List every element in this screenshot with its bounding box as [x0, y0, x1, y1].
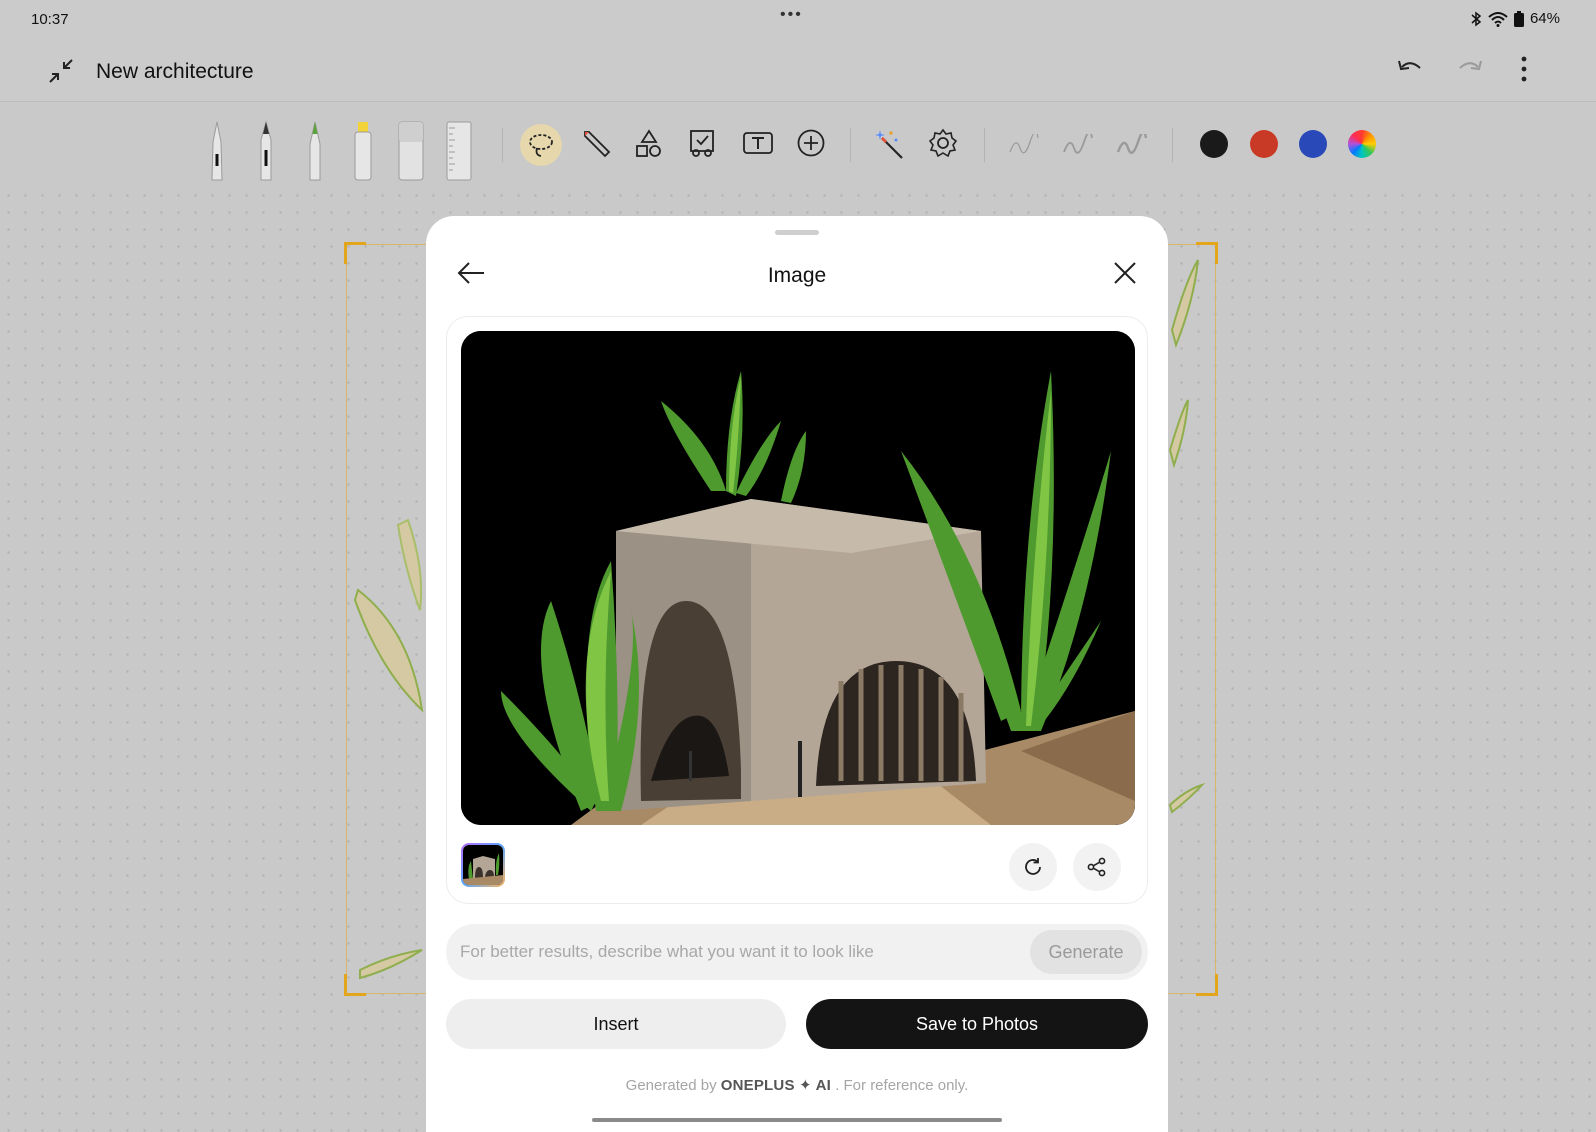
color-blue-swatch[interactable] [1299, 130, 1327, 158]
dialog-title: Image [767, 264, 827, 287]
close-icon[interactable] [1112, 260, 1138, 286]
generated-image[interactable] [461, 331, 1135, 825]
frame-corner-handle[interactable] [1196, 974, 1218, 996]
page-title[interactable]: New architecture [96, 60, 254, 84]
thumbnail-art [463, 845, 503, 885]
home-indicator[interactable] [592, 1118, 1002, 1122]
shapes-icon[interactable] [634, 128, 664, 158]
sketch-leaves-right [1168, 259, 1206, 814]
text-box-icon[interactable] [742, 128, 774, 158]
disclaimer-suffix: . For reference only. [835, 1077, 969, 1094]
refresh-icon [1025, 858, 1041, 875]
ruler-icon[interactable] [444, 120, 474, 182]
generate-button[interactable]: Generate [1030, 930, 1142, 974]
more-vertical-icon[interactable] [1520, 55, 1528, 83]
stroke-thick-icon[interactable] [1116, 134, 1148, 156]
fountain-pen-icon[interactable] [254, 120, 278, 182]
sketch-leaves-left [353, 518, 424, 980]
frame-corner-handle[interactable] [344, 242, 366, 264]
redo-icon[interactable] [1456, 57, 1484, 79]
status-bar: 10:37 ••• 64% [0, 0, 1596, 40]
pencil-icon[interactable] [303, 120, 327, 182]
prompt-input[interactable] [460, 924, 1020, 980]
battery-icon [1513, 10, 1524, 27]
brush-icon[interactable] [581, 128, 613, 160]
share-button[interactable] [1073, 843, 1121, 891]
save-to-photos-button[interactable]: Save to Photos [806, 999, 1148, 1049]
share-icon [1087, 857, 1106, 877]
drag-handle[interactable] [775, 230, 819, 235]
eraser-icon[interactable] [396, 120, 426, 182]
settings-icon[interactable] [928, 128, 958, 158]
ballpoint-pen-icon[interactable] [205, 120, 229, 182]
battery-percent: 64% [1529, 10, 1560, 27]
insert-button[interactable]: Insert [446, 999, 786, 1049]
disclaimer-prefix: Generated by [625, 1077, 717, 1094]
image-thumbnail[interactable] [461, 843, 505, 887]
color-black-swatch[interactable] [1200, 130, 1228, 158]
note-header: New architecture [0, 40, 1596, 102]
undo-icon[interactable] [1396, 57, 1424, 79]
wifi-icon [1488, 11, 1508, 27]
ai-disclaimer: Generated by ONEPLUS ✦ AI . For referenc… [426, 1076, 1168, 1094]
collapse-icon[interactable] [48, 58, 74, 84]
prompt-bar: Generate [446, 924, 1148, 980]
brand-logo: ONEPLUS ✦ AI [720, 1077, 832, 1094]
generated-image-art [461, 331, 1135, 825]
lasso-icon [529, 134, 553, 157]
status-time: 10:37 [31, 11, 69, 28]
highlighter-icon[interactable] [350, 120, 376, 182]
status-indicators: 64% [1470, 10, 1560, 27]
color-picker-swatch[interactable] [1348, 130, 1376, 158]
add-icon[interactable] [796, 128, 826, 158]
image-select-icon[interactable] [688, 128, 718, 158]
multitask-dots-icon[interactable]: ••• [780, 6, 803, 24]
stroke-thin-icon[interactable] [1008, 134, 1040, 156]
color-red-swatch[interactable] [1250, 130, 1278, 158]
image-dialog: Image For better results, describe what … [426, 216, 1168, 1132]
stroke-medium-icon[interactable] [1062, 134, 1094, 156]
regenerate-button[interactable] [1009, 843, 1057, 891]
ai-magic-icon[interactable] [874, 128, 906, 160]
bluetooth-icon [1471, 11, 1482, 26]
lasso-tool[interactable] [520, 124, 562, 166]
image-preview-card [446, 316, 1148, 904]
